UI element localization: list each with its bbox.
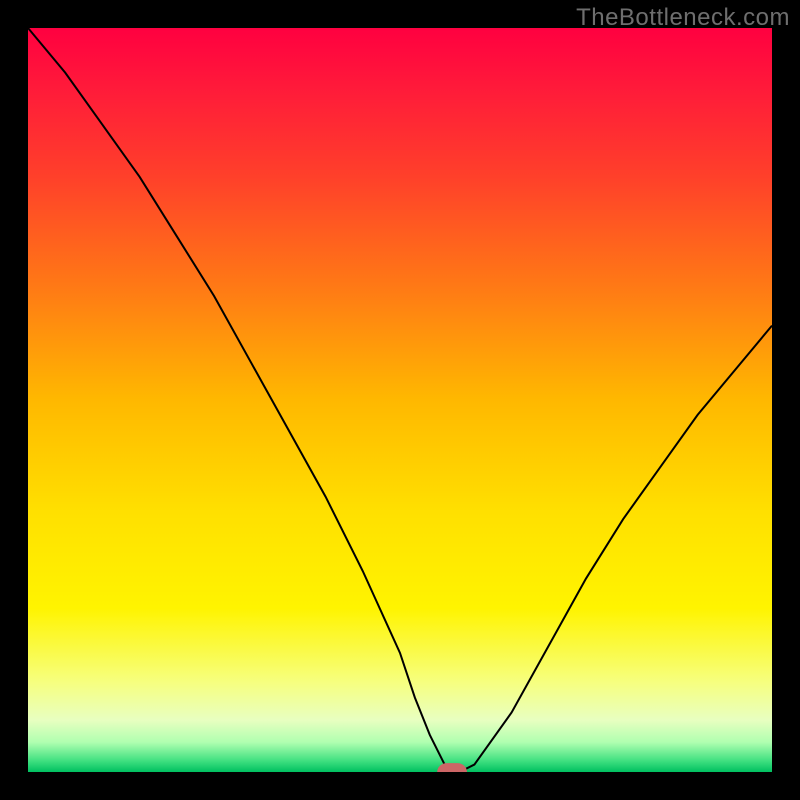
bottleneck-chart <box>28 28 772 772</box>
gradient-background <box>28 28 772 772</box>
optimal-point-marker <box>441 767 463 772</box>
watermark-text: TheBottleneck.com <box>576 4 790 32</box>
plot-area <box>28 28 772 772</box>
chart-frame: TheBottleneck.com <box>0 0 800 800</box>
